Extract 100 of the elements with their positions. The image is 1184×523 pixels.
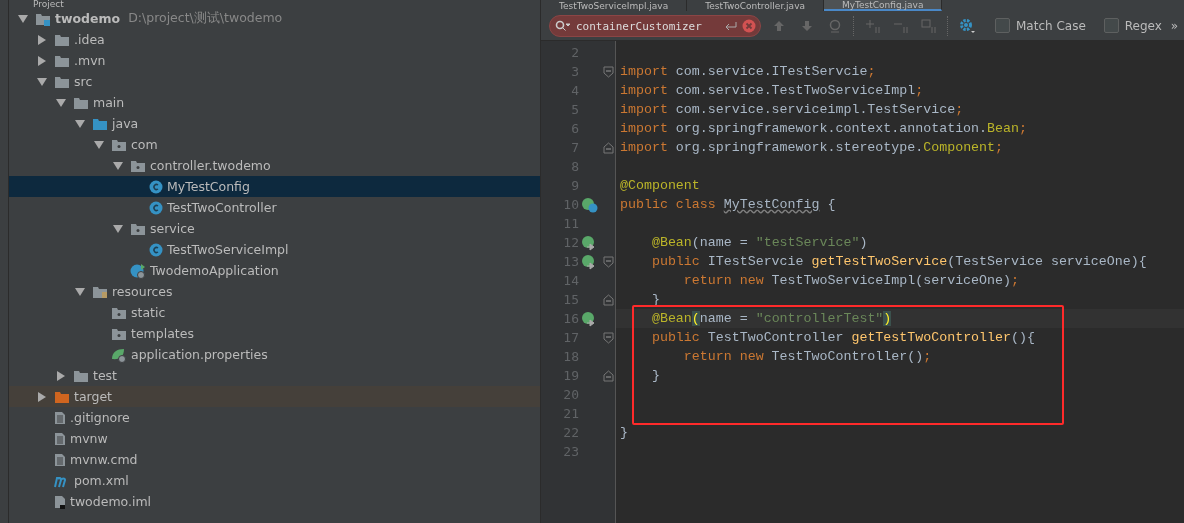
package-icon [130, 158, 146, 173]
code-line: return new TestTwoServiceImpl(serviceOne); [682, 273, 1019, 288]
folder-icon [73, 95, 89, 110]
tree-row[interactable]: application.properties [9, 344, 540, 365]
code-line: public class MyTestConfig { [619, 197, 836, 212]
file-icon [54, 410, 66, 425]
folder-icon [73, 368, 89, 383]
tree-label: application.properties [131, 347, 268, 362]
collapse-arrow-icon[interactable] [94, 140, 104, 149]
fold-icon[interactable] [602, 255, 614, 268]
tree-label: .mvn [74, 53, 106, 68]
code-line: @Bean(name = "testService") [650, 235, 868, 250]
module-folder-icon [35, 11, 51, 26]
tree-label: test [93, 368, 117, 383]
tree-label: mvnw [70, 431, 108, 446]
class-icon [149, 242, 163, 257]
expand-arrow-icon[interactable] [38, 391, 46, 402]
tree-label: main [93, 95, 125, 110]
collapse-arrow-icon[interactable] [113, 224, 123, 233]
tree-row[interactable]: MyTestConfig [9, 176, 540, 197]
collapse-arrow-icon[interactable] [37, 77, 47, 86]
code-line: } [650, 368, 660, 383]
file-icon [54, 452, 66, 467]
folder-icon [54, 32, 70, 47]
tree-row[interactable]: TwodemoApplication [9, 260, 540, 281]
tree-row[interactable]: TestTwoController [9, 197, 540, 218]
unfold-end-icon[interactable] [602, 141, 614, 154]
tree-row[interactable]: target [9, 386, 540, 407]
option-checkbox[interactable]: Regex [1103, 18, 1162, 33]
path-text: D:\project\测试\twodemo [128, 10, 283, 27]
enter-icon [725, 20, 737, 31]
collapse-arrow-icon[interactable] [75, 287, 85, 296]
tree-label: mvnw.cmd [70, 452, 138, 467]
search-field[interactable]: containerCustomizer [549, 15, 761, 37]
collapse-arrow-icon[interactable] [18, 14, 28, 23]
folder-icon [54, 74, 70, 89]
bean-class-icon[interactable] [581, 196, 599, 213]
tree-label: java [112, 116, 139, 131]
tree-row[interactable]: .idea [9, 29, 540, 50]
code-line: @Bean(name = "controllerTest") [650, 311, 892, 326]
tree-row[interactable]: TestTwoServiceImpl [9, 239, 540, 260]
code-line: public TestTwoController getTestTwoController(){ [650, 330, 1035, 345]
tree-row[interactable]: java [9, 113, 540, 134]
option-checkbox[interactable]: Match Case [995, 18, 1086, 33]
module-file-icon [54, 494, 66, 509]
tree-row[interactable]: templates [9, 323, 540, 344]
unfold-end-icon[interactable] [602, 293, 614, 306]
class-icon [149, 179, 163, 194]
tree-label: controller.twodemo [150, 158, 271, 173]
tree-label: TestTwoController [167, 200, 277, 215]
folder-icon [54, 53, 70, 68]
spring-leaf-icon [111, 346, 127, 363]
tree-row[interactable]: service [9, 218, 540, 239]
panel-title: Project [32, 0, 65, 8]
tree-label: TestTwoServiceImpl [167, 242, 289, 257]
tree-row[interactable]: twodemo D:\project\测试\twodemo [9, 8, 540, 29]
tree-label: target [74, 389, 112, 404]
tree-row[interactable]: resources [9, 281, 540, 302]
tree-label: twodemo.iml [70, 494, 152, 509]
tree-row[interactable]: src [9, 71, 540, 92]
package-icon [111, 326, 127, 341]
fold-icon[interactable] [602, 331, 614, 344]
code-line: return new TestTwoController(); [682, 349, 932, 364]
tree-label: .gitignore [70, 410, 130, 425]
code-line: import com.service.serviceimpl.TestService; [619, 102, 964, 117]
tree-label: templates [131, 326, 194, 341]
tree-label: resources [112, 284, 173, 299]
tree-row[interactable]: twodemo.iml [9, 491, 540, 512]
tree-row[interactable]: pom.xml [9, 470, 540, 491]
collapse-arrow-icon[interactable] [75, 119, 85, 128]
tree-label: com [131, 137, 158, 152]
code-line: import com.service.TestTwoServiceImpl; [619, 83, 924, 98]
collapse-arrow-icon[interactable] [56, 98, 66, 107]
file-icon [54, 431, 66, 446]
code-line: @Component [619, 178, 700, 193]
excluded-folder-icon [54, 389, 70, 404]
source-folder-icon [92, 116, 108, 131]
tree-row[interactable]: mvnw.cmd [9, 449, 540, 470]
expand-arrow-icon[interactable] [38, 55, 46, 66]
tree-row[interactable]: .mvn [9, 50, 540, 71]
tree-label: .idea [74, 32, 105, 47]
tree-row[interactable]: com [9, 134, 540, 155]
fold-icon[interactable] [602, 65, 614, 78]
tree-label: pom.xml [74, 473, 129, 488]
tree-row[interactable]: static [9, 302, 540, 323]
code-line: import com.service.ITestServcie; [619, 64, 876, 79]
code-line: public ITestServcie getTestTwoService(TestService serviceOne){ [650, 254, 1147, 269]
tree-row[interactable]: .gitignore [9, 407, 540, 428]
resources-folder-icon [92, 284, 108, 299]
tree-label: src [74, 74, 93, 89]
search-icon[interactable] [555, 19, 571, 32]
spring-class-icon [130, 262, 146, 279]
unfold-end-icon[interactable] [602, 369, 614, 382]
package-icon [130, 221, 146, 236]
more-options[interactable]: » [1170, 18, 1178, 33]
tree-label: service [150, 221, 195, 236]
tree-row[interactable]: mvnw [9, 428, 540, 449]
tree-row[interactable]: main [9, 92, 540, 113]
tree-label: static [131, 305, 166, 320]
expand-arrow-icon[interactable] [38, 34, 46, 45]
